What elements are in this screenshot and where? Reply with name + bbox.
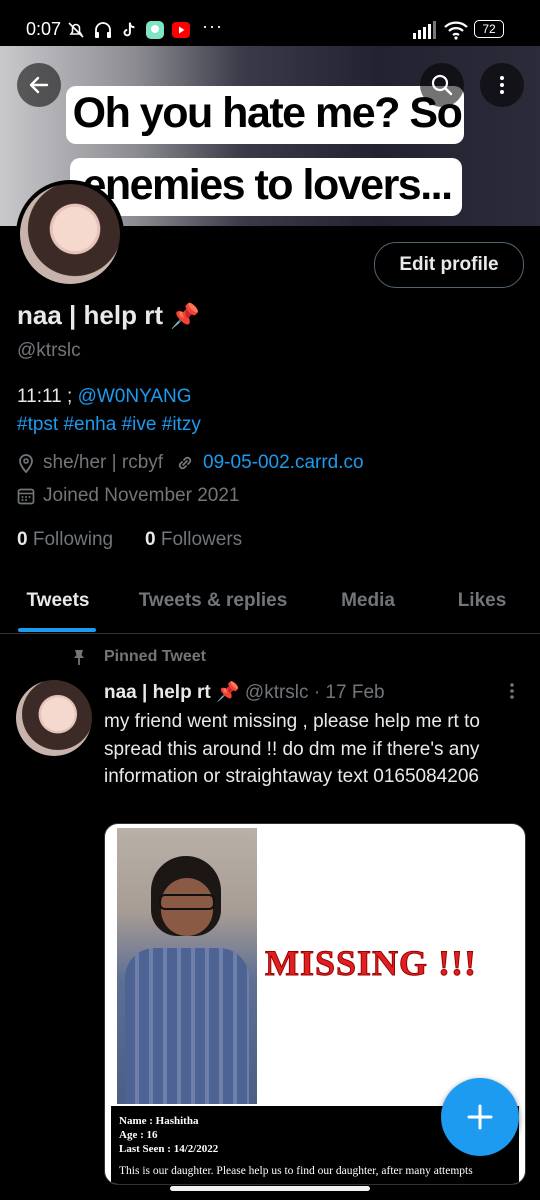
tab-tweets[interactable]: Tweets xyxy=(18,590,98,612)
bio-mention-link[interactable]: @W0NYANG xyxy=(78,386,192,407)
profile-name-text: naa | help rt xyxy=(17,300,163,330)
hashtag-link[interactable]: #enha xyxy=(63,414,116,435)
wifi-icon xyxy=(444,20,468,45)
photo-glasses xyxy=(159,894,215,910)
profile-joined-row: Joined November 2021 xyxy=(17,485,239,507)
back-button[interactable] xyxy=(17,63,61,107)
bio-prefix: 11:11 ; xyxy=(17,386,78,407)
tweet-author-handle[interactable]: @ktrslc xyxy=(245,682,309,703)
plus-icon xyxy=(467,1104,493,1130)
tab-tweets-and-replies[interactable]: Tweets & replies xyxy=(128,590,298,612)
banner-caption-line2: enemies to lovers... xyxy=(82,161,453,209)
tweet-header: naa | help rt 📌 @ktrslc · 17 Feb xyxy=(104,680,385,704)
more-options-button[interactable] xyxy=(480,63,524,107)
pushpin-emoji: 📌 xyxy=(170,303,201,330)
status-time: 0:07 xyxy=(26,19,62,39)
pushpin-emoji: 📌 xyxy=(215,682,240,703)
bio-hashtags: #tpst #enha #ive #itzy xyxy=(17,411,201,439)
missing-person-photo xyxy=(117,828,257,1104)
hashtag-link[interactable]: #tpst xyxy=(17,414,58,435)
compose-tweet-button[interactable] xyxy=(441,1078,519,1156)
mute-notification-icon xyxy=(66,20,86,40)
home-indicator[interactable] xyxy=(170,1186,370,1191)
tweet-text: my friend went missing , please help me … xyxy=(104,711,480,787)
link-icon xyxy=(178,456,192,470)
youtube-icon xyxy=(171,20,191,40)
active-tab-indicator xyxy=(18,628,96,632)
following-label: Following xyxy=(32,529,114,550)
tiktok-icon xyxy=(119,20,139,40)
signal-icon xyxy=(413,21,437,44)
photo-shirt xyxy=(125,948,249,1104)
following-count-link[interactable]: 0 Following xyxy=(17,529,113,551)
tweet-more-button[interactable] xyxy=(500,680,524,709)
battery-level: 72 xyxy=(482,22,496,36)
profile-handle: @ktrslc xyxy=(17,340,81,361)
headphones-icon xyxy=(93,20,113,40)
tweet-author-avatar[interactable] xyxy=(16,680,92,756)
app-notification-icon xyxy=(145,20,165,40)
tweet-author-name[interactable]: naa | help rt xyxy=(104,682,211,703)
pin-icon xyxy=(70,648,88,671)
profile-joined-date: Joined November 2021 xyxy=(43,485,240,506)
divider xyxy=(0,633,540,634)
banner-caption-line1: Oh you hate me? So xyxy=(72,89,463,137)
followers-count: 0 xyxy=(145,529,156,550)
missing-headline: MISSING !!! xyxy=(264,943,478,984)
hashtag-link[interactable]: #ive xyxy=(122,414,157,435)
tab-media[interactable]: Media xyxy=(328,590,408,612)
followers-label: Followers xyxy=(160,529,243,550)
more-notifications: ··· xyxy=(202,16,223,36)
location-pin-icon xyxy=(19,454,33,473)
profile-pronouns: she/her | rcbyf xyxy=(43,452,164,473)
calendar-icon xyxy=(17,488,35,505)
tweet-date[interactable]: 17 Feb xyxy=(325,682,384,703)
profile-bio: 11:11 ; @W0NYANG #tpst #enha #ive #itzy xyxy=(17,383,201,439)
more-vertical-icon xyxy=(500,76,504,94)
followers-count-link[interactable]: 0 Followers xyxy=(145,529,242,551)
search-icon xyxy=(431,74,453,96)
profile-name: naa | help rt 📌 xyxy=(17,300,200,331)
edit-profile-button[interactable]: Edit profile xyxy=(374,242,524,288)
pinned-tweet-label: Pinned Tweet xyxy=(104,648,206,665)
hashtag-link[interactable]: #itzy xyxy=(162,414,201,435)
profile-website-link[interactable]: 09-05-002.carrd.co xyxy=(203,452,364,474)
more-vertical-icon xyxy=(510,683,514,699)
tab-likes[interactable]: Likes xyxy=(442,590,522,612)
arrow-left-icon xyxy=(29,76,49,94)
profile-avatar[interactable] xyxy=(16,180,124,288)
battery-indicator: 72 xyxy=(474,20,504,38)
following-count: 0 xyxy=(17,529,28,550)
tweet-separator: · xyxy=(313,682,321,703)
profile-meta-row: she/her | rcbyf 09-05-002.carrd.co xyxy=(17,452,364,474)
bio-line1: 11:11 ; @W0NYANG xyxy=(17,383,201,411)
missing-description: This is our daughter. Please help us to … xyxy=(119,1165,473,1177)
search-button[interactable] xyxy=(420,63,464,107)
status-bar: 0:07 ··· 72 xyxy=(0,0,540,46)
